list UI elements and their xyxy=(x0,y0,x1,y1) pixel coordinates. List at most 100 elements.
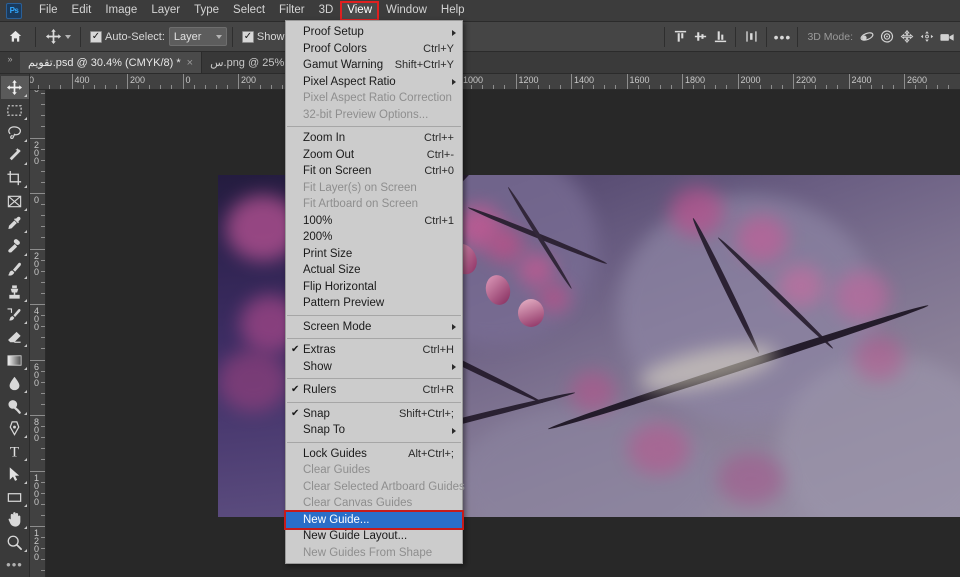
hand-tool[interactable] xyxy=(1,509,29,532)
menu-item-snap-to[interactable]: Snap To xyxy=(286,422,462,439)
menu-item-label: New Guide... xyxy=(303,513,370,526)
ruler-tick xyxy=(41,326,45,328)
ruler-tick xyxy=(41,348,45,350)
menu-item-proof-colors[interactable]: Proof Colors Ctrl+Y xyxy=(286,41,462,58)
ruler-tick xyxy=(226,85,228,89)
dodge-tool[interactable] xyxy=(1,395,29,418)
ruler-tick xyxy=(904,74,905,89)
menu-file[interactable]: File xyxy=(32,1,65,21)
ruler-tick xyxy=(260,85,262,89)
menu-item-new-guide-layout[interactable]: New Guide Layout... xyxy=(286,528,462,545)
more-options-icon[interactable]: ••• xyxy=(772,27,792,47)
move-tool[interactable] xyxy=(0,76,29,99)
camera-3d-icon[interactable] xyxy=(937,27,957,47)
close-icon[interactable]: × xyxy=(187,57,193,69)
chevron-down-icon[interactable] xyxy=(65,34,71,39)
canvas-area[interactable]: موبایل ۱۴۰ فروش آنلاین کالای دیجیتال xyxy=(46,90,960,577)
menu-layer[interactable]: Layer xyxy=(144,1,187,21)
menu-item-new-guide[interactable]: New Guide... xyxy=(284,509,464,530)
options-bar: ✓ Auto-Select: Layer ✓ Show Tra ••• 3D M… xyxy=(0,22,960,52)
menu-item-actual-size[interactable]: Actual Size xyxy=(286,262,462,279)
orbit-3d-icon[interactable] xyxy=(857,27,877,47)
menu-item-snap[interactable]: ✔ Snap Shift+Ctrl+; xyxy=(286,406,462,423)
eyedropper-tool[interactable] xyxy=(1,213,29,236)
clone-stamp-tool[interactable] xyxy=(1,281,29,304)
menu-item-lock-guides[interactable]: Lock Guides Alt+Ctrl+; xyxy=(286,446,462,463)
menu-item-screen-mode[interactable]: Screen Mode xyxy=(286,319,462,336)
menu-window[interactable]: Window xyxy=(379,1,434,21)
blur-tool[interactable] xyxy=(1,372,29,395)
menu-select[interactable]: Select xyxy=(226,1,272,21)
menu-image[interactable]: Image xyxy=(98,1,144,21)
path-selection-tool[interactable] xyxy=(1,463,29,486)
lasso-tool[interactable] xyxy=(1,122,29,145)
menu-item-label: Proof Colors xyxy=(303,42,367,55)
menu-item-proof-setup[interactable]: Proof Setup xyxy=(286,24,462,41)
show-transform-checkbox[interactable]: ✓ xyxy=(241,30,254,43)
view-menu-dropdown[interactable]: Proof Setup Proof Colors Ctrl+Y Gamut Warni… xyxy=(284,20,465,564)
auto-select-dropdown[interactable]: Layer xyxy=(168,27,227,46)
checkmark-icon: ✔ xyxy=(291,344,300,355)
ruler-tick xyxy=(41,337,45,339)
menu-item-label: Print Size xyxy=(303,247,353,260)
slide-3d-icon[interactable] xyxy=(917,27,937,47)
align-top-edges-icon[interactable] xyxy=(670,27,690,47)
zoom-tool[interactable] xyxy=(1,531,29,554)
chevron-double-right-icon[interactable]: » xyxy=(0,52,20,73)
current-tool-move-icon[interactable] xyxy=(41,28,75,45)
home-icon[interactable] xyxy=(0,29,30,44)
menu-item-zoom-out[interactable]: Zoom Out Ctrl+- xyxy=(286,147,462,164)
align-bottom-edges-icon[interactable] xyxy=(710,27,730,47)
menu-item-extras[interactable]: ✔ Extras Ctrl+H xyxy=(286,342,462,359)
magic-wand-tool[interactable] xyxy=(1,144,29,167)
align-vertical-centers-icon[interactable] xyxy=(690,27,710,47)
vertical-ruler[interactable]: 020002004006008001000120014 xyxy=(30,90,46,577)
menu-item-rulers[interactable]: ✔ Rulers Ctrl+R xyxy=(286,382,462,399)
ruler-tick xyxy=(41,426,45,428)
roll-3d-icon[interactable] xyxy=(877,27,897,47)
ruler-tick xyxy=(41,437,45,439)
gradient-tool[interactable] xyxy=(1,349,29,372)
ruler-tick xyxy=(41,392,45,394)
auto-select-group[interactable]: ✓ Auto-Select: xyxy=(86,30,169,43)
menu-view[interactable]: View xyxy=(340,0,379,21)
pan-3d-icon[interactable] xyxy=(897,27,917,47)
document-tab[interactable]: تقویم.psd @ 30.4% (CMYK/8) * × xyxy=(20,52,203,73)
menu-3d[interactable]: 3D xyxy=(312,1,341,21)
auto-select-checkbox[interactable]: ✓ xyxy=(90,30,102,43)
frame-tool[interactable] xyxy=(1,190,29,213)
menu-filter[interactable]: Filter xyxy=(272,1,312,21)
ruler-label: 1800 xyxy=(685,75,706,85)
rectangle-tool[interactable] xyxy=(1,486,29,509)
menu-edit[interactable]: Edit xyxy=(65,1,99,21)
menu-item-fit-on-screen[interactable]: Fit on Screen Ctrl+0 xyxy=(286,163,462,180)
menu-item-flip-horizontal[interactable]: Flip Horizontal xyxy=(286,279,462,296)
menu-item-show[interactable]: Show xyxy=(286,359,462,376)
distribute-icon[interactable] xyxy=(741,27,761,47)
ruler-tick xyxy=(249,85,251,89)
menu-help[interactable]: Help xyxy=(434,1,472,21)
svg-text:T: T xyxy=(10,445,19,460)
menu-item-pattern-preview[interactable]: Pattern Preview xyxy=(286,295,462,312)
menu-item-100[interactable]: 100% Ctrl+1 xyxy=(286,213,462,230)
ruler-label: 400 xyxy=(33,306,39,332)
menu-item-200[interactable]: 200% xyxy=(286,229,462,246)
menu-item-zoom-in[interactable]: Zoom In Ctrl++ xyxy=(286,130,462,147)
history-brush-tool[interactable] xyxy=(1,304,29,327)
ruler-tick xyxy=(559,85,561,89)
horizontal-ruler[interactable]: 6004002000200400600800100012001400160018… xyxy=(30,74,960,90)
menu-type[interactable]: Type xyxy=(187,1,226,21)
type-tool[interactable]: T xyxy=(1,440,29,463)
menu-item-pixel-aspect-ratio[interactable]: Pixel Aspect Ratio xyxy=(286,74,462,91)
edit-toolbar-button[interactable]: ••• xyxy=(1,554,29,577)
rectangular-marquee-tool[interactable] xyxy=(1,99,29,122)
brush-tool[interactable] xyxy=(1,258,29,281)
healing-brush-tool[interactable] xyxy=(1,235,29,258)
eraser-tool[interactable] xyxy=(1,326,29,349)
blossom-bokeh xyxy=(718,453,784,505)
pen-tool[interactable] xyxy=(1,417,29,440)
menu-item-gamut-warning[interactable]: Gamut Warning Shift+Ctrl+Y xyxy=(286,57,462,74)
crop-tool[interactable] xyxy=(1,167,29,190)
menu-item-print-size[interactable]: Print Size xyxy=(286,246,462,263)
chevron-down-icon[interactable] xyxy=(215,34,222,39)
